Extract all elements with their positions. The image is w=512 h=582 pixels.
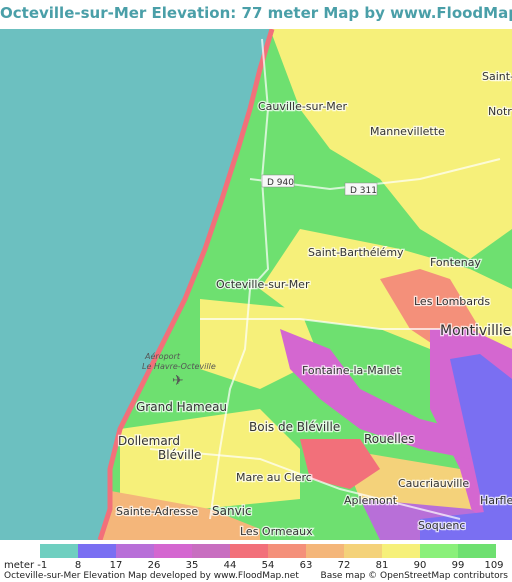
place-rouelles[interactable]: Rouelles [363, 431, 416, 448]
legend-tick: 44 [223, 560, 237, 571]
legend-swatch [192, 544, 230, 558]
airport-label-line1: Aéroport [144, 351, 181, 361]
footer-osm-attribution[interactable]: Base map © OpenStreetMap contributors [321, 571, 508, 581]
legend-tick: 8 [74, 560, 82, 571]
place-harfleu[interactable]: Harfleu [479, 493, 512, 509]
legend-unit: meter [4, 560, 35, 571]
place-mannevillette[interactable]: Mannevillette [369, 124, 447, 140]
place-les-ormeaux[interactable]: Les Ormeaux [239, 524, 315, 540]
place-saint-m[interactable]: Saint-M [481, 69, 512, 85]
place-fontaine-la-mallet[interactable]: Fontaine-la-Mallet [301, 363, 403, 379]
place-saint-barthelemy[interactable]: Saint-Barthélémy [307, 245, 406, 261]
legend-swatch [306, 544, 344, 558]
legend-swatch [78, 544, 116, 558]
map-title: Octeville-sur-Mer Elevation: 77 meter Ma… [0, 4, 512, 22]
legend-unit-tick: meter -1 [4, 560, 47, 571]
place-caucriauville[interactable]: Caucriauville [397, 476, 471, 492]
place-sainte-adresse[interactable]: Sainte-Adresse [115, 504, 200, 520]
legend-tick: 63 [299, 560, 313, 571]
legend-tick: 26 [147, 560, 161, 571]
footer-credit-link[interactable]: Octeville-sur-Mer Elevation Map develope… [4, 571, 299, 581]
place-bleville[interactable]: Bléville [157, 447, 203, 464]
legend-tick: 90 [413, 560, 427, 571]
legend-tick: 54 [261, 560, 275, 571]
legend-tick: 35 [185, 560, 199, 571]
legend-swatch [116, 544, 154, 558]
place-dollemard[interactable]: Dollemard [117, 433, 182, 450]
legend-swatch [382, 544, 420, 558]
elevation-map[interactable]: Aéroport Le Havre-Octeville ✈ D 940 D 31… [0, 29, 512, 540]
legend-tick: 99 [451, 560, 465, 571]
legend-tick: -1 [37, 560, 48, 571]
legend-swatch [420, 544, 458, 558]
place-sanvic[interactable]: Sanvic [211, 503, 253, 520]
place-bois-de-bleville[interactable]: Bois de Bléville [248, 419, 342, 436]
place-fontenay[interactable]: Fontenay [429, 255, 483, 271]
place-les-lombards[interactable]: Les Lombards [413, 294, 492, 310]
place-octeville-sur-mer[interactable]: Octeville-sur-Mer [215, 277, 311, 293]
road-label-d940: D 940 [267, 178, 294, 188]
legend-swatch [230, 544, 268, 558]
legend-tick: 72 [337, 560, 351, 571]
place-cauville-sur-mer[interactable]: Cauville-sur-Mer [257, 99, 349, 115]
legend-tick: 81 [375, 560, 389, 571]
place-mare-au-clerc[interactable]: Mare au Clerc [235, 470, 313, 486]
place-soquenc[interactable]: Soquenc [417, 518, 467, 534]
legend-swatch [458, 544, 496, 558]
place-aplemont[interactable]: Aplemont [343, 493, 399, 509]
legend-swatch [344, 544, 382, 558]
elevation-legend: meter -1 8 17 26 35 44 54 63 72 81 90 99… [0, 540, 512, 582]
legend-swatches [40, 544, 496, 558]
place-notr[interactable]: Notr [487, 104, 512, 120]
road-label-d311: D 311 [350, 186, 377, 196]
map-canvas[interactable]: Aéroport Le Havre-Octeville ✈ D 940 D 31… [0, 29, 512, 540]
airplane-icon: ✈ [172, 373, 184, 389]
place-grand-hameau[interactable]: Grand Hameau [135, 399, 229, 416]
legend-tick: 109 [484, 560, 504, 571]
place-montivilliers[interactable]: Montivilliers [439, 322, 512, 341]
airport-label-line2: Le Havre-Octeville [142, 362, 216, 371]
legend-swatch [154, 544, 192, 558]
legend-tick: 17 [109, 560, 123, 571]
legend-swatch [268, 544, 306, 558]
legend-swatch [40, 544, 78, 558]
